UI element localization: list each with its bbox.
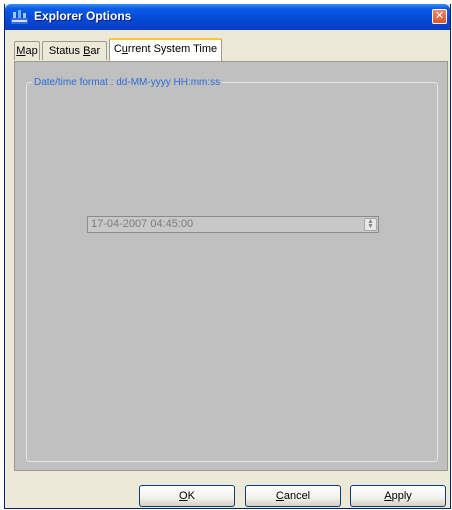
spinner-arrows-icon[interactable]: ▲ ▼ [364, 218, 377, 231]
tab-current-system-time[interactable]: Current System Time [109, 38, 222, 61]
datetime-format-label: Date/time format : dd-MM-yyyy HH:mm:ss [34, 77, 221, 88]
tab-panel: Date/time format : dd-MM-yyyy HH:mm:ss 1… [14, 61, 448, 471]
close-icon: ✕ [434, 10, 445, 22]
apply-button[interactable]: Apply [350, 485, 446, 507]
window-title: Explorer Options [34, 9, 132, 23]
tab-map[interactable]: Map [14, 41, 40, 60]
tab-status-bar[interactable]: Status Bar [42, 41, 107, 60]
datetime-value[interactable]: 17-04-2007 04:45:00 [91, 218, 193, 230]
ok-button[interactable]: OK [139, 485, 235, 507]
datetime-spinner[interactable]: 17-04-2007 04:45:00 ▲ ▼ [87, 216, 379, 233]
explorer-options-dialog: Explorer Options ✕ Map Status Bar Curren… [4, 4, 451, 509]
datetime-format-group: Date/time format : dd-MM-yyyy HH:mm:ss 1… [26, 77, 438, 462]
title-bar[interactable]: Explorer Options ✕ [5, 4, 450, 30]
close-button[interactable]: ✕ [432, 9, 447, 24]
explorer-app-icon [11, 10, 28, 24]
cancel-button[interactable]: Cancel [245, 485, 341, 507]
